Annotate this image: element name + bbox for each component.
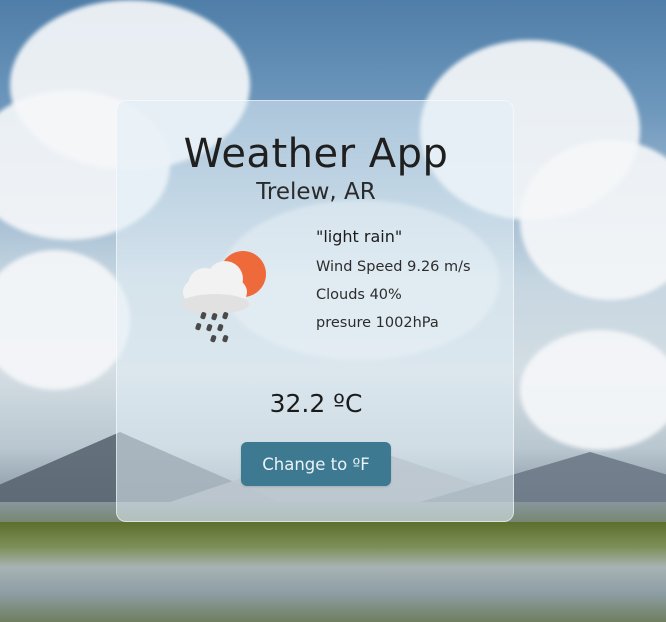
wind-speed: Wind Speed 9.26 m/s bbox=[316, 259, 471, 275]
app-title: Weather App bbox=[183, 131, 449, 177]
location-name: Trelew, AR bbox=[256, 179, 376, 205]
cloud-shape bbox=[520, 330, 666, 450]
light-rain-cloud-sun-icon bbox=[175, 251, 275, 346]
weather-card: Weather App Trelew, AR "light rain" Wind… bbox=[116, 100, 514, 522]
temperature-display: 32.2 ºC bbox=[269, 389, 363, 418]
clouds-percentage: Clouds 40% bbox=[316, 287, 402, 303]
pressure-value: presure 1002hPa bbox=[316, 315, 439, 331]
weather-details: "light rain" Wind Speed 9.26 m/s Clouds … bbox=[316, 227, 471, 343]
change-unit-button[interactable]: Change to ºF bbox=[241, 442, 391, 486]
weather-description: "light rain" bbox=[316, 227, 403, 246]
lake-and-grass bbox=[0, 522, 666, 622]
cloud-shape bbox=[0, 250, 130, 390]
